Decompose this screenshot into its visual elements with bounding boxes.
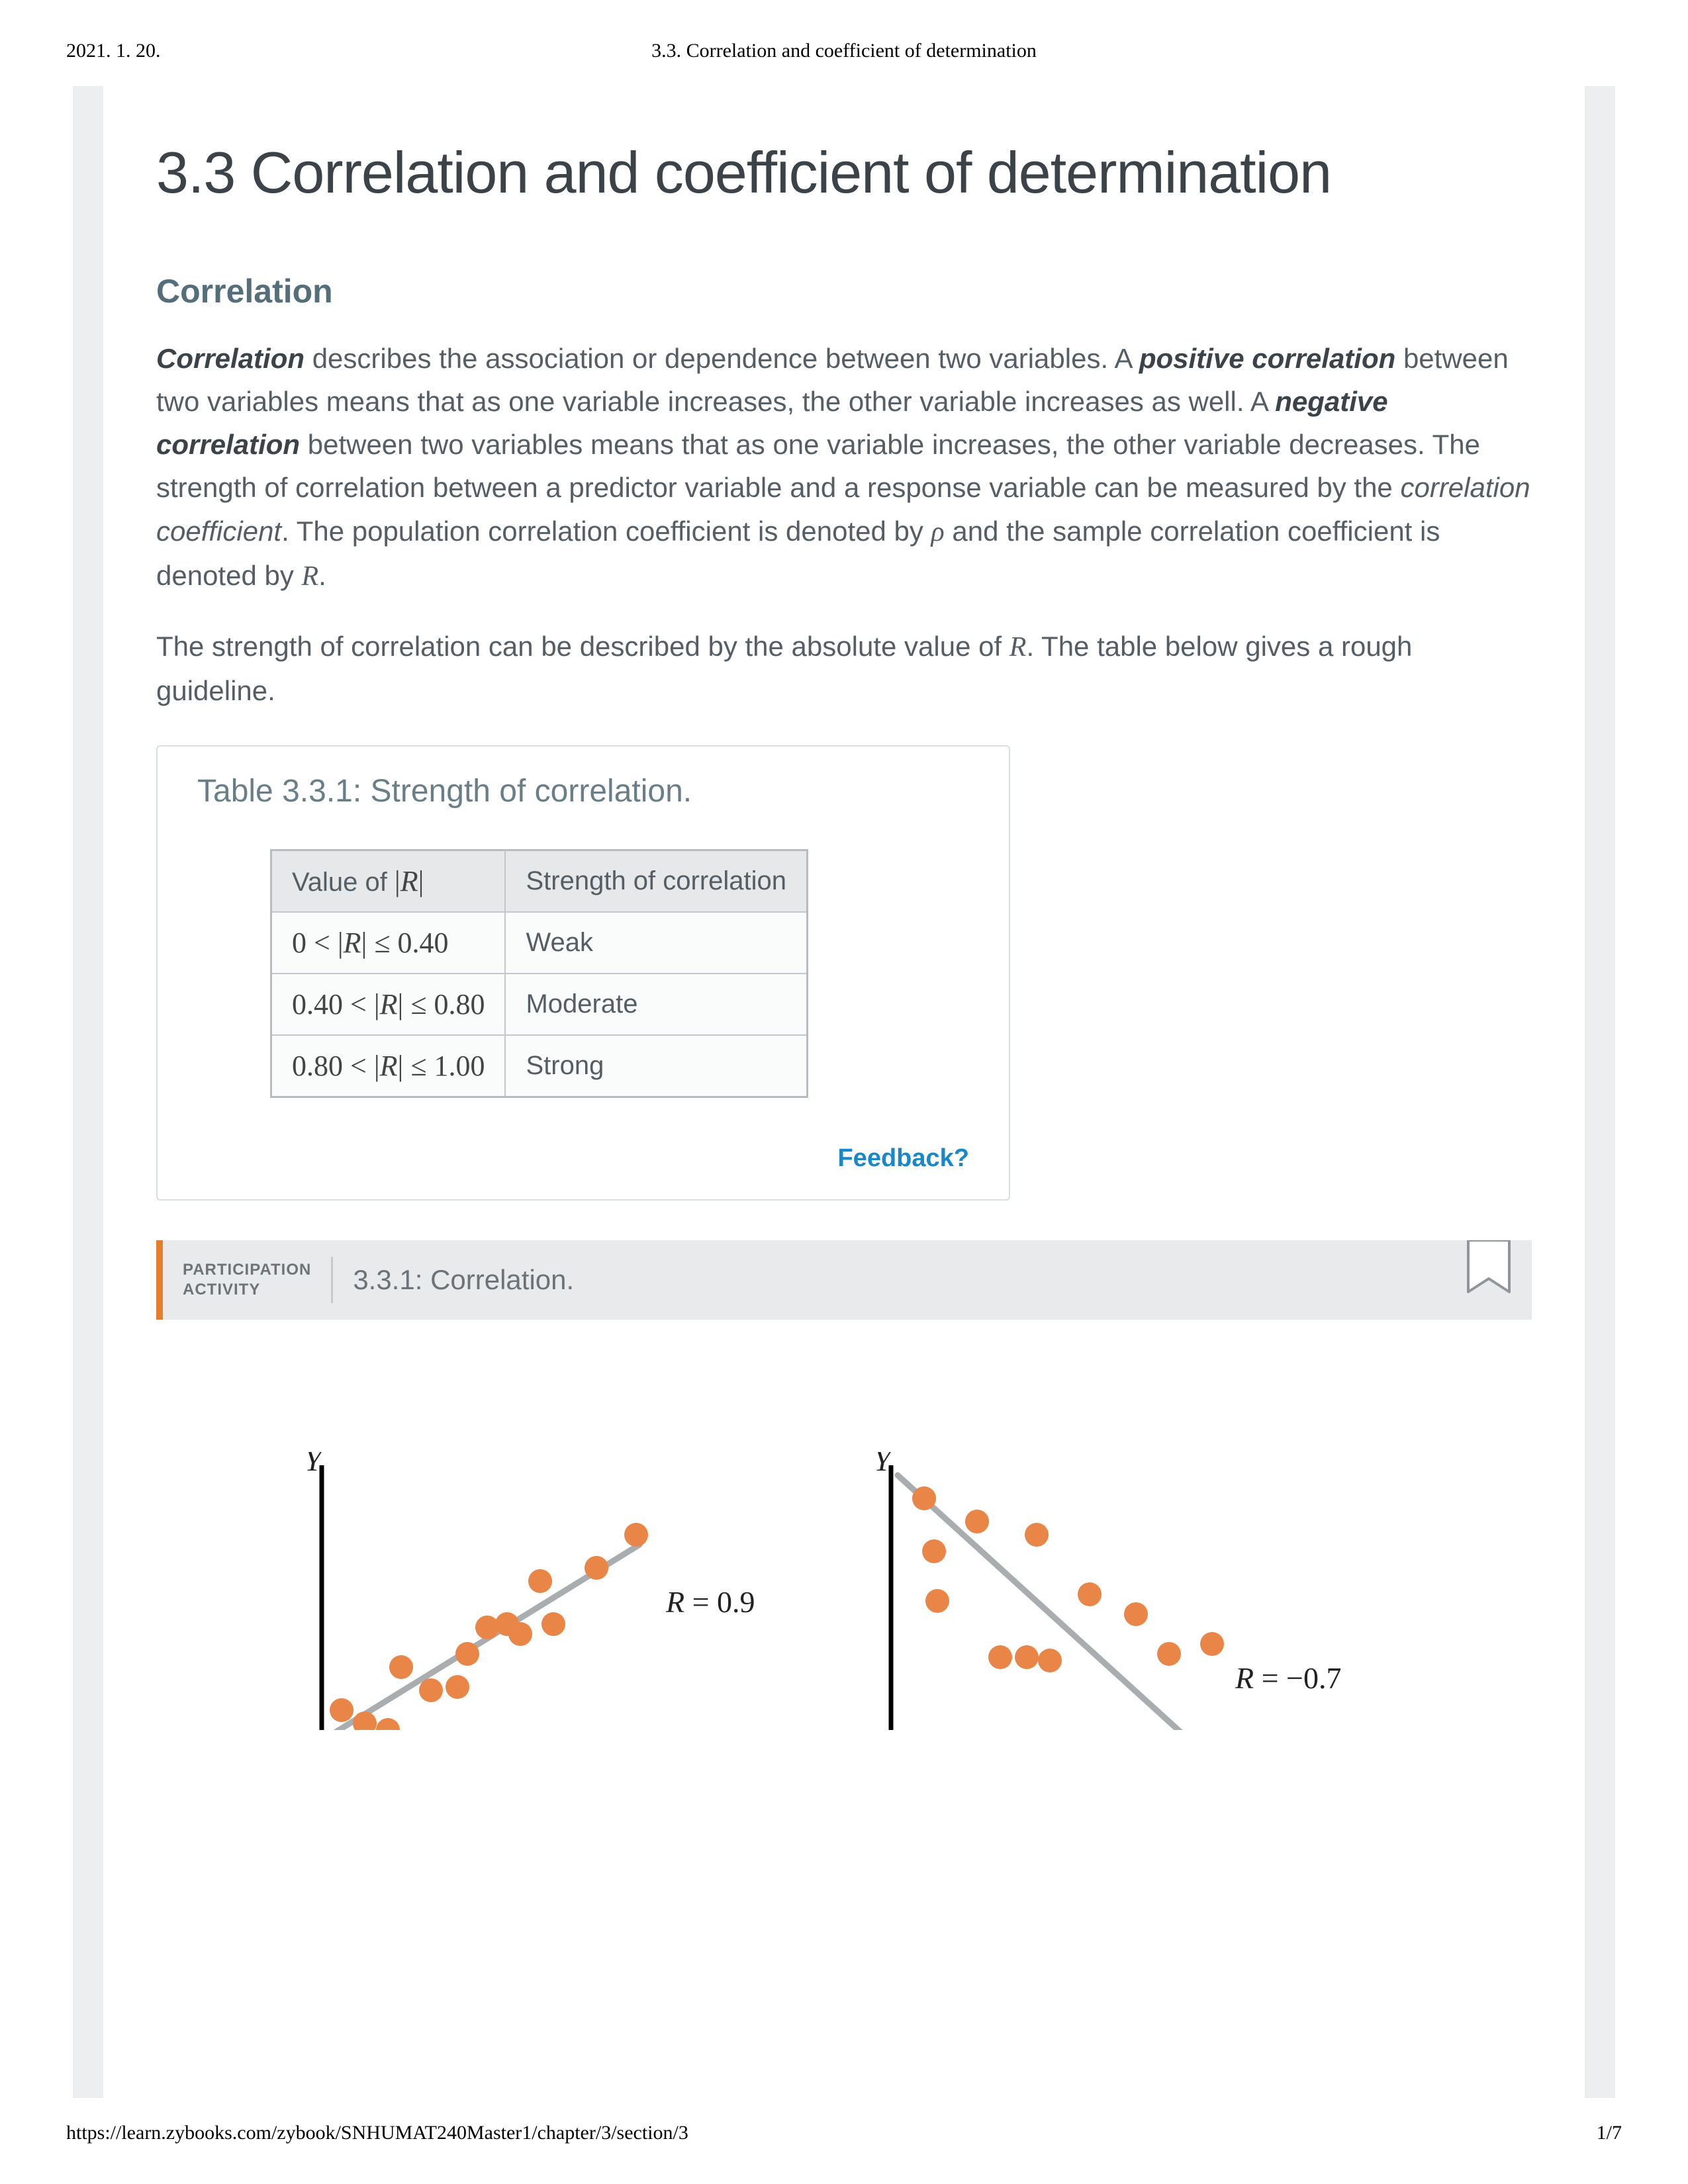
range-cell: 0 < |R| ≤ 0.40 [271,912,506,974]
strength-cell: Strong [505,1035,807,1097]
page-content: 3.3 Correlation and coefficient of deter… [103,86,1585,2098]
table-title: Table 3.3.1: Strength of correlation. [197,773,969,809]
symbol-R: R [302,561,319,592]
page-outer: 3.3 Correlation and coefficient of deter… [73,86,1615,2098]
plot1-ylabel: Y [305,1452,322,1478]
p2-t1: The strength of correlation can be descr… [156,631,1009,662]
print-footer-url: https://learn.zybooks.com/zybook/SNHUMAT… [66,2122,688,2144]
term-positive-correlation: positive correlation [1139,343,1395,374]
table-row: 0.80 < |R| ≤ 1.00 Strong [271,1035,808,1097]
table-card-strength: Table 3.3.1: Strength of correlation. Va… [156,745,1010,1201]
table-header-row: Value of |R| Strength of correlation [271,850,808,912]
range-cell: 0.40 < |R| ≤ 0.80 [271,974,506,1035]
scatter-plots-row: Y R = 0.9 [156,1452,1532,1730]
col1-math: |R| [395,865,424,897]
p1-t1: describes the association or dependence … [305,343,1139,374]
p1-t4: . The population correlation coefficient… [281,516,931,547]
p1-t6: . [318,560,326,591]
section-heading-correlation: Correlation [156,272,1532,310]
plot2-ylabel: Y [874,1452,891,1478]
feedback-link[interactable]: Feedback? [837,1144,969,1172]
feedback-row: Feedback? [197,1144,969,1173]
scatter-plot-r-0-9: Y R = 0.9 [269,1452,785,1730]
paragraph-correlation-definition: Correlation describes the association or… [156,337,1532,598]
pa-badge-l2: ACTIVITY [183,1280,311,1300]
print-header: 2021. 1. 20. 3.3. Correlation and coeffi… [66,40,1622,62]
table-strength-of-correlation: Value of |R| Strength of correlation 0 <… [270,849,808,1098]
table-row: 0.40 < |R| ≤ 0.80 Moderate [271,974,808,1035]
plot2-r-label: R = −0.7 [1235,1661,1342,1696]
symbol-rho: ρ [931,517,945,547]
print-footer: https://learn.zybooks.com/zybook/SNHUMAT… [66,2122,1622,2144]
range-cell: 0.80 < |R| ≤ 1.00 [271,1035,506,1097]
pa-badge-l1: PARTICIPATION [183,1260,311,1280]
table-col1-header: Value of |R| [271,850,506,912]
participation-activity-title: 3.3.1: Correlation. [333,1264,1466,1296]
term-correlation: Correlation [156,343,305,374]
print-footer-pagenum: 1/7 [1597,2122,1622,2144]
col1-pre: Value of [292,868,395,897]
p1-t3: between two variables means that as one … [156,429,1480,503]
page-title: 3.3 Correlation and coefficient of deter… [156,139,1532,206]
participation-activity-badge: PARTICIPATION ACTIVITY [163,1260,331,1300]
print-header-title: 3.3. Correlation and coefficient of dete… [66,40,1622,62]
paragraph-absR-guideline: The strength of correlation can be descr… [156,625,1532,712]
strength-cell: Weak [505,912,807,974]
symbol-R-2: R [1009,632,1027,662]
participation-activity-bar: PARTICIPATION ACTIVITY 3.3.1: Correlatio… [156,1240,1532,1320]
scatter-plot-r-neg-0-7: Y R = −0.7 [838,1452,1354,1730]
bookmark-icon[interactable] [1466,1240,1512,1297]
table-row: 0 < |R| ≤ 0.40 Weak [271,912,808,974]
strength-cell: Moderate [505,974,807,1035]
table-col2-header: Strength of correlation [505,850,807,912]
plot1-r-label: R = 0.9 [666,1584,755,1619]
